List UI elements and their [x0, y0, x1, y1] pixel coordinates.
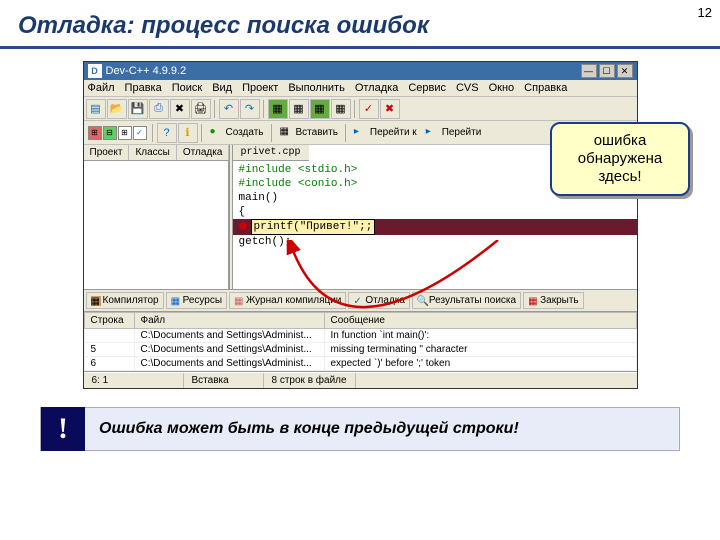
rebuild-icon[interactable]: ▦: [331, 99, 351, 119]
minimize-button[interactable]: [581, 64, 597, 78]
menu-run[interactable]: Выполнить: [288, 82, 344, 94]
print-icon[interactable]: 🖨: [191, 99, 211, 119]
tab-compile-log[interactable]: ▦Журнал компиляции: [229, 292, 346, 309]
slide-title: Отладка: процесс поиска ошибок: [0, 0, 720, 46]
help-icon[interactable]: ?: [157, 123, 177, 143]
tab-project[interactable]: Проект: [84, 145, 130, 160]
output-tabs: ▦Компилятор ▦Ресурсы ▦Журнал компиляции …: [84, 290, 637, 312]
compile-icon[interactable]: ▦: [268, 99, 288, 119]
menu-cvs[interactable]: CVS: [456, 82, 479, 94]
warning-box: ! Ошибка может быть в конце предыдущей с…: [40, 407, 680, 451]
breakpoint-icon: [239, 222, 247, 230]
warning-icon: !: [41, 407, 85, 451]
maximize-button[interactable]: [599, 64, 615, 78]
open-icon[interactable]: 📂: [107, 99, 127, 119]
insert-button[interactable]: ▦Вставить: [276, 126, 342, 140]
saveall-icon[interactable]: ⎙: [149, 99, 169, 119]
statusbar: 6: 1 Вставка 8 строк в файле: [84, 372, 637, 388]
warning-text: Ошибка может быть в конце предыдущей стр…: [85, 420, 533, 438]
menu-search[interactable]: Поиск: [172, 82, 202, 94]
menu-help[interactable]: Справка: [524, 82, 567, 94]
run-icon[interactable]: ▦: [289, 99, 309, 119]
title-rule: [0, 46, 720, 49]
goto-button[interactable]: ▸Перейти к: [350, 126, 421, 140]
col-line: Строка: [84, 313, 134, 329]
separator: [214, 100, 216, 118]
menubar: Файл Правка Поиск Вид Проект Выполнить О…: [84, 80, 637, 97]
error-list[interactable]: Строка Файл Сообщение C:\Documents and S…: [84, 312, 637, 372]
menu-edit[interactable]: Правка: [125, 82, 162, 94]
line-count: 8 строк в файле: [264, 373, 356, 388]
new-file-icon[interactable]: ▤: [86, 99, 106, 119]
tab-close[interactable]: ▦Закрыть: [523, 292, 584, 309]
goto2-button[interactable]: ▸Перейти: [422, 126, 486, 140]
tab-classes[interactable]: Классы: [129, 145, 176, 160]
tab-debug[interactable]: Отладка: [177, 145, 230, 160]
undo-icon[interactable]: ↶: [219, 99, 239, 119]
separator: [201, 124, 203, 142]
error-row[interactable]: C:\Documents and Settings\Administ...In …: [84, 329, 636, 343]
tab-debug-out[interactable]: ✓Отладка: [348, 292, 410, 309]
col-message: Сообщение: [324, 313, 636, 329]
menu-file[interactable]: Файл: [88, 82, 115, 94]
window-title: Dev-C++ 4.9.9.2: [106, 65, 187, 77]
tab-resources[interactable]: ▦Ресурсы: [166, 292, 227, 309]
code-line-error: printf("Привет!";;: [233, 219, 637, 235]
page-number: 12: [698, 5, 712, 20]
code-line-4: {: [239, 205, 631, 219]
menu-tools[interactable]: Сервис: [408, 82, 446, 94]
separator: [152, 124, 154, 142]
tab-compiler[interactable]: ▦Компилятор: [86, 292, 164, 309]
insert-mode: Вставка: [184, 373, 264, 388]
debug-icon[interactable]: ✓: [359, 99, 379, 119]
separator: [263, 100, 265, 118]
toolbar-main: ▤ 📂 💾 ⎙ ✖ 🖨 ↶ ↷ ▦ ▦ ▦ ▦ ✓ ✖: [84, 97, 637, 121]
redo-icon[interactable]: ↷: [240, 99, 260, 119]
col-file: Файл: [134, 313, 324, 329]
separator: [271, 124, 273, 142]
close-file-icon[interactable]: ✖: [170, 99, 190, 119]
cursor-pos: 6: 1: [84, 373, 184, 388]
menu-project[interactable]: Проект: [242, 82, 278, 94]
menu-view[interactable]: Вид: [212, 82, 232, 94]
stop-icon[interactable]: ✖: [380, 99, 400, 119]
create-button[interactable]: ●Создать: [206, 126, 268, 140]
file-tab[interactable]: privet.cpp: [233, 145, 309, 161]
project-tree[interactable]: [84, 161, 228, 281]
project-pane: Проект Классы Отладка: [84, 145, 229, 289]
separator: [354, 100, 356, 118]
error-callout: ошибка обнаружена здесь!: [550, 122, 690, 196]
app-icon: D: [88, 64, 102, 78]
about-icon[interactable]: ℹ: [178, 123, 198, 143]
ide-window: D Dev-C++ 4.9.9.2 Файл Правка Поиск Вид …: [83, 61, 638, 389]
separator: [345, 124, 347, 142]
tab-search-results[interactable]: 🔍Результаты поиска: [412, 292, 521, 309]
compile-run-icon[interactable]: ▦: [310, 99, 330, 119]
code-line-6: getch();: [239, 235, 631, 249]
error-row[interactable]: 6C:\Documents and Settings\Administ...ex…: [84, 357, 636, 371]
error-row[interactable]: 5C:\Documents and Settings\Administ...mi…: [84, 343, 636, 357]
close-button[interactable]: [617, 64, 633, 78]
titlebar: D Dev-C++ 4.9.9.2: [84, 62, 637, 80]
menu-debug[interactable]: Отладка: [355, 82, 398, 94]
layout-buttons[interactable]: ⊞ ⊟ ⊞ ✓: [86, 124, 149, 142]
project-tabs: Проект Классы Отладка: [84, 145, 228, 161]
save-icon[interactable]: 💾: [128, 99, 148, 119]
menu-window[interactable]: Окно: [489, 82, 515, 94]
